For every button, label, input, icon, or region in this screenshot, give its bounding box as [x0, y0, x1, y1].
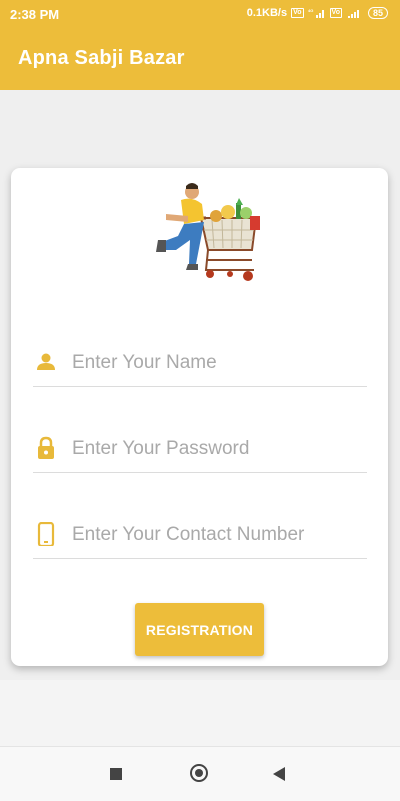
status-time: 2:38 PM — [10, 7, 60, 22]
volte-icon: Vo — [291, 8, 304, 18]
battery-icon: 85 — [367, 7, 388, 19]
shopper-cart-illustration — [156, 183, 260, 281]
navigation-bar — [0, 746, 400, 801]
contact-field — [33, 508, 367, 559]
name-field — [33, 336, 367, 387]
registration-button[interactable]: REGISTRATION — [135, 603, 264, 656]
app-bar: Apna Sabji Bazar — [0, 28, 400, 90]
status-bar: 2:38 PM 0.1KB/s Vo 4G Vo 85 — [0, 0, 400, 28]
status-indicators: 0.1KB/s Vo 4G Vo 85 — [247, 7, 388, 19]
network-speed: 0.1KB/s — [246, 7, 288, 19]
password-input[interactable] — [70, 430, 364, 468]
password-field — [33, 422, 367, 473]
volte-icon-2: Vo — [329, 8, 342, 18]
signal-label: 4G — [308, 8, 313, 13]
signal-icon-2 — [347, 10, 359, 18]
recent-apps-button[interactable] — [110, 768, 122, 780]
phone-icon — [37, 522, 55, 546]
person-icon — [37, 353, 55, 370]
signal-icon: 4G — [308, 8, 324, 18]
name-input[interactable] — [70, 344, 364, 382]
back-button[interactable] — [273, 767, 285, 781]
app-title: Apna Sabji Bazar — [18, 47, 185, 69]
lock-icon — [38, 436, 54, 459]
home-button[interactable] — [190, 764, 208, 782]
contact-input[interactable] — [70, 516, 364, 554]
registration-card: REGISTRATION — [11, 168, 388, 666]
